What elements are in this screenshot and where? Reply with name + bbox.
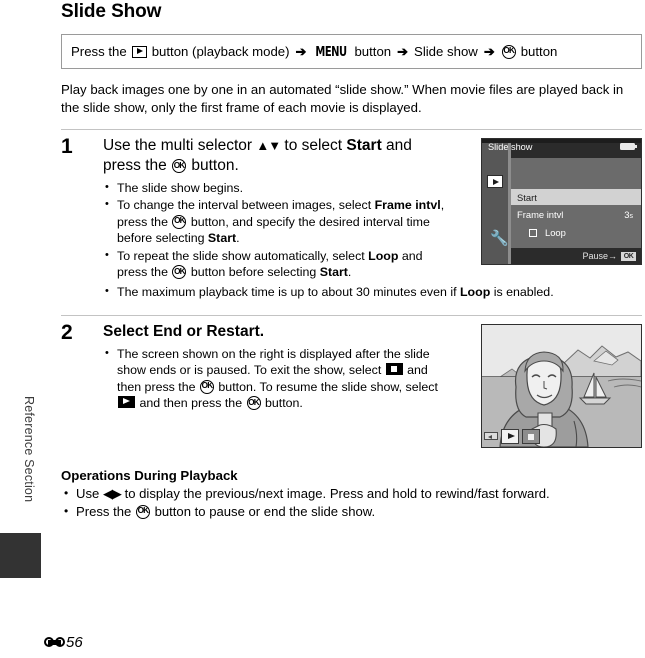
lcd-pause-hint: Pause→ xyxy=(582,251,617,261)
stop-button-icon[interactable] xyxy=(522,428,540,444)
lcd-bottom-bar: Pause→ OK xyxy=(511,248,641,264)
page-footer: 56 xyxy=(44,634,83,651)
menu-path-box: Press the button (playback mode) ➔ MENU … xyxy=(61,34,642,69)
path-mid1: button (playback mode) xyxy=(151,44,290,59)
list-item: Use ◀▶ to display the previous/next imag… xyxy=(61,484,642,503)
step-1: 1 Use the multi selector ▲▼ to select St… xyxy=(61,136,642,301)
running-head-reference-section: Reference Section xyxy=(22,396,36,503)
list-item: The slide show begins. xyxy=(103,179,451,196)
list-item: The screen shown on the right is display… xyxy=(103,345,451,412)
ok-button-icon: OK xyxy=(621,251,636,261)
step-2-heading: Select End or Restart. xyxy=(103,322,265,340)
path-arrow-1: ➔ xyxy=(295,44,307,59)
step-2-number: 2 xyxy=(61,320,73,344)
step-2: 2 Select End or Restart. The screen show… xyxy=(61,320,642,454)
playback-tab-icon[interactable] xyxy=(487,175,503,188)
list-item: To repeat the slide show automatically, … xyxy=(103,247,451,281)
lcd-menu-pane: Start Frame intvl 3s Loop xyxy=(511,158,641,248)
operations-title: Operations During Playback xyxy=(61,467,238,483)
ok-button-icon: OK xyxy=(172,214,187,229)
path-menu-item: Slide show xyxy=(414,44,478,59)
list-item: To change the interval between images, s… xyxy=(103,196,451,246)
step-1-head-bold: Start xyxy=(346,137,382,154)
ops-0-pre: Use xyxy=(76,485,103,501)
menu-button-icon: MENU xyxy=(315,43,348,60)
step-1-heading: Use the multi selector ▲▼ to select Star… xyxy=(103,136,443,176)
left-margin-rail: Reference Section xyxy=(0,0,58,658)
play-button-icon[interactable] xyxy=(501,428,519,444)
step-1-bullet-list-wide: The maximum playback time is up to about… xyxy=(103,283,623,300)
wrench-setup-tab-icon[interactable]: 🔧 xyxy=(490,231,509,249)
step-1-number: 1 xyxy=(61,135,73,158)
divider-2 xyxy=(61,314,642,316)
section-thumb-tab xyxy=(0,533,41,578)
path-prefix: Press the xyxy=(71,44,127,59)
lcd-row-frame-intvl-value: 3s xyxy=(624,209,633,220)
step-2-bullet-list: The screen shown on the right is display… xyxy=(103,345,451,412)
lcd-row-frame-intvl[interactable]: Frame intvl 3s xyxy=(511,207,641,223)
rewind-indicator-icon xyxy=(484,432,498,441)
page-content: Slide Show Press the button (playback mo… xyxy=(61,0,642,521)
reference-section-symbol-icon xyxy=(44,636,65,649)
loop-checkbox[interactable] xyxy=(529,228,537,237)
lcd-row-start[interactable]: Start xyxy=(511,189,641,205)
ok-button-icon: OK xyxy=(172,159,187,173)
multi-selector-leftright-icon: ◀▶ xyxy=(102,485,122,501)
path-arrow-2: ➔ xyxy=(397,44,409,59)
ok-button-icon: OK xyxy=(135,504,150,519)
ok-button-icon: OK xyxy=(501,44,516,59)
path-mid2: button xyxy=(354,44,392,59)
step-1-bullet-list: The slide show begins. To change the int… xyxy=(103,179,451,281)
lcd-row-frame-intvl-label: Frame intvl xyxy=(517,209,564,220)
intro-paragraph: Play back images one by one in an automa… xyxy=(61,82,624,115)
play-button-icon xyxy=(118,396,135,409)
playback-control-overlay xyxy=(484,428,540,444)
battery-full-icon xyxy=(620,143,638,150)
list-item: Press the OK button to pause or end the … xyxy=(61,502,642,521)
list-item: The maximum playback time is up to about… xyxy=(103,283,623,300)
step-1-head-b: to select xyxy=(280,137,347,154)
step-1-head-d: button. xyxy=(187,157,239,174)
ok-button-icon: OK xyxy=(199,379,214,394)
path-arrow-3: ➔ xyxy=(483,44,495,59)
lcd-row-loop-label: Loop xyxy=(545,227,566,238)
lcd-row-start-label: Start xyxy=(517,192,537,203)
operations-list: Use ◀▶ to display the previous/next imag… xyxy=(61,484,642,521)
camera-lcd-slide-show-menu: 🔧 Slide show Start Frame intvl 3s Loop P… xyxy=(481,138,642,265)
ok-button-icon: OK xyxy=(246,396,261,411)
stop-button-icon xyxy=(385,363,403,376)
ops-0-post: to display the previous/next image. Pres… xyxy=(120,485,550,501)
operations-during-playback-section: Operations During Playback Use ◀▶ to dis… xyxy=(61,468,642,521)
path-suffix: button xyxy=(520,44,558,59)
slide-show-paused-screen-illustration xyxy=(481,323,642,448)
ops-1-pre: Press the xyxy=(76,503,135,519)
page-title: Slide Show xyxy=(61,1,162,22)
step-1-head-a: Use the multi selector xyxy=(103,137,257,154)
page-number: 56 xyxy=(66,634,83,651)
ops-1-post: button to pause or end the slide show. xyxy=(150,503,376,519)
lcd-row-loop[interactable]: Loop xyxy=(511,225,641,241)
lcd-title: Slide show xyxy=(488,141,533,152)
divider-1 xyxy=(61,129,642,130)
playback-button-icon xyxy=(131,45,147,58)
ok-button-icon: OK xyxy=(172,265,187,280)
multi-selector-updown-icon: ▲▼ xyxy=(256,138,281,153)
